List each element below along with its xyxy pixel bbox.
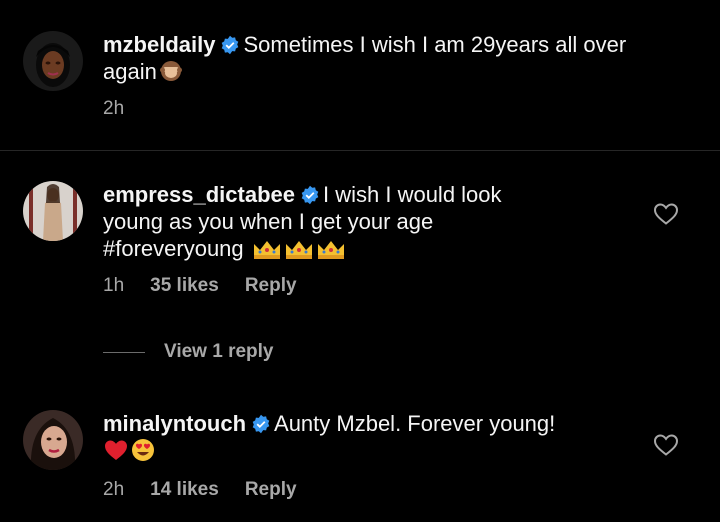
comment-username[interactable]: empress_dictabee — [103, 182, 295, 207]
comment-meta: 1h 35 likes Reply — [103, 275, 323, 297]
verified-badge-icon — [300, 185, 320, 205]
crown-icon — [284, 238, 314, 260]
caption-body: mzbeldaily Sometimes I wish I am 29years … — [103, 31, 643, 85]
reply-button[interactable]: Reply — [245, 479, 297, 501]
verified-badge-icon — [251, 414, 271, 434]
view-replies-button[interactable]: View 1 reply — [103, 341, 274, 363]
comment-text: Aunty Mzbel. Forever young! — [274, 411, 556, 436]
caption-time: 2h — [103, 98, 125, 119]
comment-body: minalyntouch Aunty Mzbel. Forever young! — [103, 410, 643, 464]
avatar-image — [23, 410, 83, 470]
comment-text: young as you when I get your age — [103, 209, 434, 234]
verified-badge-icon — [220, 35, 240, 55]
comment-body: empress_dictabee I wish I would look youn… — [103, 181, 643, 262]
like-heart-icon[interactable] — [653, 202, 679, 226]
avatar[interactable] — [23, 31, 83, 91]
caption-username[interactable]: mzbeldaily — [103, 32, 215, 57]
comment-time: 1h — [103, 275, 125, 296]
comment-text: I wish I would look — [323, 182, 502, 207]
comment-time: 2h — [103, 479, 125, 500]
reply-button[interactable]: Reply — [245, 275, 297, 297]
avatar[interactable] — [23, 181, 83, 241]
heart-eyes-face-icon — [131, 438, 155, 462]
post-caption: mzbeldaily Sometimes I wish I am 29years … — [0, 0, 720, 151]
avatar-image — [23, 31, 83, 91]
likes-count[interactable]: 35 likes — [150, 275, 219, 297]
crown-icon — [316, 238, 346, 260]
like-heart-icon[interactable] — [653, 433, 679, 457]
red-heart-icon — [103, 438, 129, 462]
caption-meta: 2h — [103, 98, 150, 120]
crown-icon — [252, 238, 282, 260]
view-replies-line — [103, 351, 145, 353]
hashtag-link[interactable]: #foreveryoung — [103, 236, 244, 261]
comment-username[interactable]: minalyntouch — [103, 411, 246, 436]
comment-meta: 2h 14 likes Reply — [103, 479, 323, 501]
comments-page: mzbeldaily Sometimes I wish I am 29years … — [0, 0, 720, 522]
avatar[interactable] — [23, 410, 83, 470]
avatar-image — [23, 181, 83, 241]
likes-count[interactable]: 14 likes — [150, 479, 219, 501]
view-replies-label: View 1 reply — [164, 341, 274, 362]
see-no-evil-monkey-icon — [159, 59, 183, 83]
